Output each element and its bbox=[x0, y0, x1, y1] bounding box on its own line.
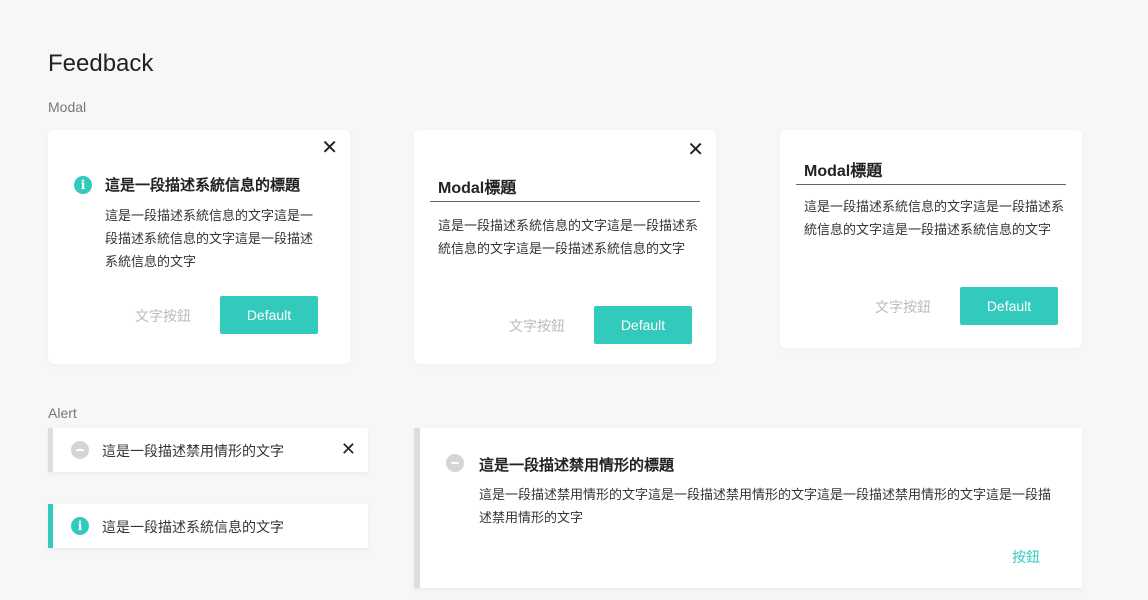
text-button[interactable]: 文字按鈕 bbox=[128, 306, 198, 326]
page-title: Feedback bbox=[48, 50, 154, 77]
modal-body: 這是一段描述系統信息的文字這是一段描述系統信息的文字這是一段描述系統信息的文字 bbox=[804, 199, 1065, 237]
divider bbox=[796, 184, 1066, 185]
default-button[interactable]: Default bbox=[220, 296, 318, 334]
info-icon: i bbox=[71, 517, 89, 535]
alert-title: 這是一段描述禁用情形的標題 bbox=[479, 457, 675, 474]
alert-body: 這是一段描述禁用情形的文字這是一段描述禁用情形的文字這是一段描述禁用情形的文字這… bbox=[479, 487, 1052, 525]
alert-text: 這是一段描述禁用情形的文字 bbox=[102, 443, 284, 459]
modal-title: Modal標題 bbox=[438, 180, 517, 197]
close-icon[interactable]: ✕ bbox=[321, 138, 338, 158]
modal-title: Modal標題 bbox=[804, 163, 883, 180]
close-icon[interactable]: ✕ bbox=[687, 140, 704, 160]
text-button[interactable]: 文字按鈕 bbox=[868, 297, 938, 317]
modal-body: 這是一段描述系統信息的文字這是一段描述系統信息的文字這是一段描述系統信息的文字 bbox=[438, 218, 699, 256]
divider bbox=[430, 201, 700, 202]
info-alert: i 這是一段描述系統信息的文字 bbox=[48, 504, 368, 548]
close-icon[interactable]: ✕ bbox=[341, 440, 356, 458]
minus-circle-icon bbox=[446, 454, 464, 472]
alert-text: 這是一段描述系統信息的文字 bbox=[102, 519, 284, 535]
modal-title: 這是一段描述系統信息的標題 bbox=[105, 177, 301, 194]
link-button[interactable]: 按鈕 bbox=[1012, 547, 1040, 567]
disabled-alert-detailed: 這是一段描述禁用情形的標題 這是一段描述禁用情形的文字這是一段描述禁用情形的文字… bbox=[414, 428, 1082, 588]
default-button[interactable]: Default bbox=[960, 287, 1058, 325]
titled-modal-closable: ✕ Modal標題 這是一段描述系統信息的文字這是一段描述系統信息的文字這是一段… bbox=[414, 130, 716, 364]
info-modal: ✕ i 這是一段描述系統信息的標題 這是一段描述系統信息的文字這是一段描述系統信… bbox=[48, 130, 350, 364]
section-label-alert: Alert bbox=[48, 405, 77, 421]
text-button[interactable]: 文字按鈕 bbox=[502, 316, 572, 336]
minus-circle-icon bbox=[71, 441, 89, 459]
default-button[interactable]: Default bbox=[594, 306, 692, 344]
info-icon: i bbox=[74, 176, 92, 194]
section-label-modal: Modal bbox=[48, 99, 87, 115]
disabled-alert: 這是一段描述禁用情形的文字 ✕ bbox=[48, 428, 368, 472]
modal-body: 這是一段描述系統信息的文字這是一段描述系統信息的文字這是一段描述系統信息的文字 bbox=[105, 208, 314, 269]
titled-modal: Modal標題 這是一段描述系統信息的文字這是一段描述系統信息的文字這是一段描述… bbox=[780, 130, 1082, 348]
